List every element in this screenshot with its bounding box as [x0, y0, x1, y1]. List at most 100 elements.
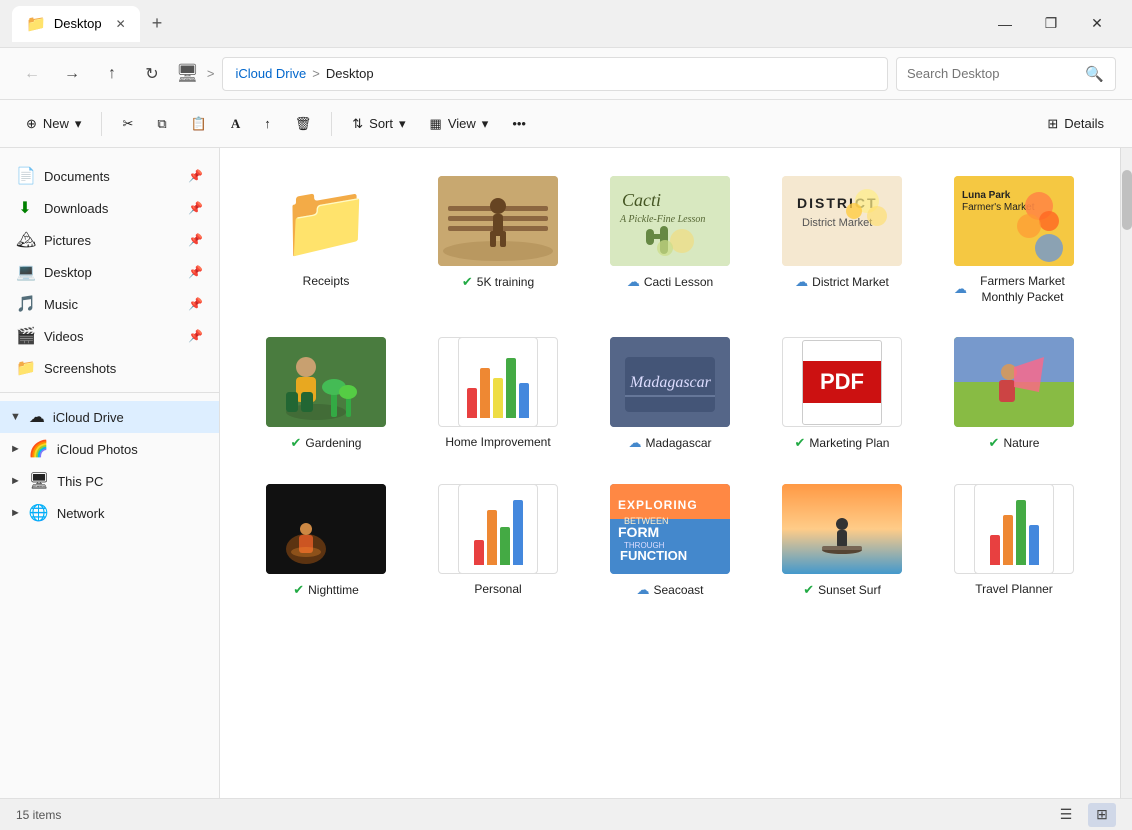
view-button[interactable]: ▦ View ▾ [420, 110, 499, 138]
sort-icon: ⇅ [352, 116, 363, 132]
file-label-home-improvement: Home Improvement [445, 435, 550, 451]
file-thumb-farmers: Luna Park Farmer's Market [954, 176, 1074, 266]
search-button[interactable]: 🔍 [1085, 65, 1104, 83]
cut-button[interactable]: ✂ [112, 110, 143, 138]
file-thumb-home-improvement [438, 337, 558, 427]
paste-button[interactable]: 📋 [181, 110, 217, 138]
sidebar-label-screenshots: Screenshots [44, 361, 116, 376]
file-item-farmers-market[interactable]: Luna Park Farmer's Market ☁ Farmers Mark… [932, 168, 1096, 313]
main-layout: 📄 Documents 📌 ⬇ Downloads 📌 🏔 Pictures 📌… [0, 148, 1132, 798]
svg-text:FORM: FORM [618, 524, 659, 540]
sync-cloud-icon-farmers: ☁ [954, 281, 967, 298]
scrollbar-thumb[interactable] [1122, 170, 1132, 230]
up-button[interactable]: ↑ [96, 58, 128, 90]
sidebar-label-documents: Documents [44, 169, 110, 184]
file-thumb-travel-planner [954, 484, 1074, 574]
downloads-pin-icon: 📌 [188, 201, 203, 215]
item-count: 15 items [16, 808, 61, 822]
breadcrumb[interactable]: iCloud Drive > Desktop [222, 57, 888, 91]
pictures-pin-icon: 📌 [188, 233, 203, 247]
sidebar-item-desktop[interactable]: 💻 Desktop 📌 [0, 256, 219, 288]
file-item-nature[interactable]: ✔ Nature [932, 329, 1096, 460]
new-label: New [43, 116, 69, 131]
sidebar-group-icloud-photos[interactable]: ► 🌈 iCloud Photos [0, 433, 219, 465]
sidebar-group-icloud-drive[interactable]: ▼ ☁ iCloud Drive [0, 401, 219, 433]
more-button[interactable]: ••• [502, 110, 536, 137]
breadcrumb-icloud[interactable]: iCloud Drive [235, 66, 306, 81]
sidebar-group-network[interactable]: ► 🌐 Network [0, 497, 219, 529]
share-button[interactable]: ↑ [254, 110, 281, 137]
new-tab-button[interactable]: + [144, 9, 171, 38]
copy-button[interactable]: ⧉ [147, 110, 176, 138]
file-item-receipts[interactable]: 📁 Receipts [244, 168, 408, 313]
tab-close-button[interactable]: ✕ [116, 17, 126, 31]
close-button[interactable]: ✕ [1074, 8, 1120, 40]
file-item-district-market[interactable]: DISTRICT District Market ☁ District Mark… [760, 168, 924, 313]
file-item-madagascar[interactable]: Madagascar ☁ Madagascar [588, 329, 752, 460]
window-controls: — ❐ ✕ [982, 8, 1120, 40]
rename-button[interactable]: A [221, 110, 250, 138]
search-input[interactable] [907, 66, 1077, 81]
file-item-travel-planner[interactable]: Travel Planner [932, 476, 1096, 607]
desktop-icon: 💻 [16, 262, 34, 282]
file-thumb-marketing-plan: PDF [782, 337, 902, 427]
file-item-5k-training[interactable]: ✔ 5K training [416, 168, 580, 313]
file-item-seacoast[interactable]: EXPLORING BETWEEN FORM THROUGH FUNCTION … [588, 476, 752, 607]
new-button[interactable]: ⊕ New ▾ [16, 110, 91, 138]
tab-title: Desktop [54, 16, 102, 31]
refresh-button[interactable]: ↻ [136, 58, 168, 90]
file-label-receipts: Receipts [303, 274, 350, 290]
icloud-photos-icon: 🌈 [29, 439, 49, 459]
sync-check-icon-nature: ✔ [989, 435, 1000, 452]
sidebar-item-screenshots[interactable]: 📁 Screenshots [0, 352, 219, 384]
file-item-nighttime[interactable]: ✔ Nighttime [244, 476, 408, 607]
delete-button[interactable]: 🗑 [285, 110, 322, 138]
breadcrumb-sep1: > [312, 66, 320, 81]
icloud-expand-icon: ▼ [10, 411, 21, 423]
file-item-gardening[interactable]: ✔ Gardening [244, 329, 408, 460]
sidebar-item-downloads[interactable]: ⬇ Downloads 📌 [0, 192, 219, 224]
sync-check-icon-5k: ✔ [462, 274, 473, 291]
details-label: Details [1064, 116, 1104, 131]
sidebar-item-pictures[interactable]: 🏔 Pictures 📌 [0, 224, 219, 256]
sidebar-group-this-pc[interactable]: ► 🖥 This PC [0, 465, 219, 497]
sort-button[interactable]: ⇅ Sort ▾ [342, 110, 415, 138]
file-item-sunset-surf[interactable]: ✔ Sunset Surf [760, 476, 924, 607]
list-view-button[interactable]: ☰ [1052, 803, 1080, 827]
sync-cloud-icon-madagascar: ☁ [628, 435, 641, 452]
details-button[interactable]: ⊞ Details [1035, 110, 1116, 138]
sidebar-label-videos: Videos [44, 329, 84, 344]
sidebar-item-videos[interactable]: 🎬 Videos 📌 [0, 320, 219, 352]
file-item-personal[interactable]: Personal [416, 476, 580, 607]
district-thumb-art: DISTRICT District Market [782, 176, 902, 266]
active-tab[interactable]: 📁 Desktop ✕ [12, 6, 140, 42]
back-button[interactable]: ← [16, 58, 48, 90]
sunset-thumb-art [782, 484, 902, 574]
sidebar-label-this-pc: This PC [57, 474, 103, 489]
maximize-button[interactable]: ❐ [1028, 8, 1074, 40]
sidebar-item-documents[interactable]: 📄 Documents 📌 [0, 160, 219, 192]
minimize-button[interactable]: — [982, 8, 1028, 40]
toolbar: ⊕ New ▾ ✂ ⧉ 📋 A ↑ 🗑 ⇅ Sort ▾ ▦ View ▾ ••… [0, 100, 1132, 148]
sort-chevron-icon: ▾ [399, 116, 406, 132]
svg-text:FUNCTION: FUNCTION [620, 548, 687, 563]
sidebar-label-pictures: Pictures [44, 233, 91, 248]
more-icon: ••• [512, 116, 526, 131]
tab-folder-icon: 📁 [26, 14, 46, 34]
sidebar-item-music[interactable]: 🎵 Music 📌 [0, 288, 219, 320]
file-item-marketing-plan[interactable]: PDF ✔ Marketing Plan [760, 329, 924, 460]
view-label: View [448, 116, 476, 131]
file-label-nature: ✔ Nature [989, 435, 1040, 452]
forward-button[interactable]: → [56, 58, 88, 90]
nighttime-thumb-art [266, 484, 386, 574]
share-icon: ↑ [264, 116, 271, 131]
folder-icon: 📁 [276, 181, 376, 261]
file-item-home-improvement[interactable]: Home Improvement [416, 329, 580, 460]
sidebar-label-icloud-drive: iCloud Drive [53, 410, 124, 425]
file-item-cacti[interactable]: Cacti A Pickle-Fine Lesson ☁ Cacti Lesso… [588, 168, 752, 313]
farmers-thumb-art: Luna Park Farmer's Market [954, 176, 1074, 266]
grid-view-button[interactable]: ⊞ [1088, 803, 1116, 827]
search-box[interactable]: 🔍 [896, 57, 1116, 91]
scrollbar[interactable] [1120, 148, 1132, 798]
file-thumb-madagascar: Madagascar [610, 337, 730, 427]
